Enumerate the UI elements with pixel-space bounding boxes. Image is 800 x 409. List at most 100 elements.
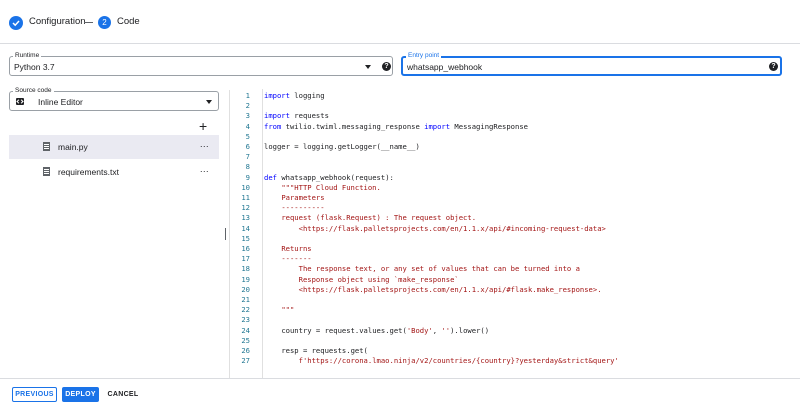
- code-line[interactable]: 19 Response object using `make_response`: [230, 275, 800, 285]
- code-text: def whatsapp_webhook(request):: [264, 172, 394, 182]
- line-number: 18: [241, 264, 250, 274]
- file-name: main.py: [58, 142, 88, 152]
- code-line[interactable]: 18 The response text, or any set of valu…: [230, 264, 800, 274]
- line-number: 2: [245, 101, 250, 111]
- code-text: import requests: [264, 111, 329, 121]
- code-line[interactable]: 4 from twilio.twiml.messaging_response im…: [230, 122, 800, 132]
- line-number: 14: [241, 223, 250, 233]
- stepper: Configuration 2 Code: [0, 0, 800, 44]
- entry-point-label: Entry point: [406, 52, 442, 59]
- line-number: 5: [245, 131, 250, 141]
- code-line[interactable]: 14 <https://flask.palletsprojects.com/en…: [230, 224, 800, 234]
- code-text: Returns: [281, 244, 312, 253]
- help-icon[interactable]: ?: [382, 62, 391, 71]
- line-number: 24: [241, 325, 250, 335]
- code-line[interactable]: 8: [230, 162, 800, 172]
- code-line[interactable]: 23: [230, 315, 800, 325]
- file-item-main-py[interactable]: main.py ...: [9, 135, 219, 159]
- entry-point-input[interactable]: whatsapp_webhook: [407, 62, 482, 72]
- code-text: Response object using `make_response`: [298, 274, 459, 284]
- code-line[interactable]: 17 -------: [230, 254, 800, 264]
- code-line[interactable]: 9 def whatsapp_webhook(request):: [230, 173, 800, 183]
- file-item-requirements-txt[interactable]: requirements.txt ...: [9, 160, 219, 184]
- line-number: 11: [241, 193, 250, 202]
- code-line[interactable]: 15: [230, 234, 800, 244]
- code-text: f'https://corona.lmao.ninja/v2/countries…: [298, 356, 619, 366]
- file-icon: [43, 167, 50, 176]
- line-number: 27: [241, 356, 250, 366]
- code-text: """: [281, 305, 295, 315]
- code-text: from twilio.twiml.messaging_response imp…: [264, 121, 528, 131]
- line-number: 25: [241, 335, 250, 345]
- code-line[interactable]: 5: [230, 132, 800, 142]
- code-text: -------: [281, 254, 312, 264]
- code-editor[interactable]: 1 import logging 2 3 import requests 4 from tw…: [230, 89, 800, 378]
- code-line[interactable]: 10 """HTTP Cloud Function.: [230, 183, 800, 193]
- line-number: 4: [245, 121, 250, 131]
- help-icon[interactable]: ?: [769, 62, 778, 71]
- cancel-button[interactable]: CANCEL: [104, 387, 142, 402]
- line-number: 8: [245, 162, 250, 172]
- line-number: 17: [241, 254, 250, 264]
- code-line[interactable]: 2: [230, 101, 800, 111]
- code-text: ----------: [281, 203, 325, 213]
- code-text: logger = logging.getLogger(__name__): [264, 142, 420, 151]
- code-line[interactable]: 11 Parameters: [230, 193, 800, 203]
- code-line[interactable]: 25: [230, 336, 800, 346]
- step-configuration-label[interactable]: Configuration: [29, 16, 86, 27]
- line-number: 23: [241, 315, 250, 325]
- runtime-value: Python 3.7: [14, 62, 55, 72]
- line-number: 1: [245, 91, 250, 100]
- code-text: resp = requests.get(: [281, 346, 368, 355]
- code-line[interactable]: 21: [230, 295, 800, 305]
- runtime-select[interactable]: Runtime Python 3.7 ?: [9, 52, 393, 76]
- code-text: """HTTP Cloud Function.: [281, 182, 381, 192]
- step-connector: [84, 22, 93, 23]
- code-line[interactable]: 13 request (flask.Request) : The request…: [230, 213, 800, 223]
- step-number-badge: 2: [98, 16, 111, 29]
- code-line[interactable]: 12 ----------: [230, 203, 800, 213]
- code-text: Parameters: [281, 193, 325, 202]
- code-line[interactable]: 27 f'https://corona.lmao.ninja/v2/countr…: [230, 356, 800, 366]
- more-options-icon[interactable]: ...: [200, 139, 209, 149]
- code-line[interactable]: 26 resp = requests.get(: [230, 346, 800, 356]
- code-text: import logging: [264, 91, 325, 100]
- previous-button[interactable]: PREVIOUS: [12, 387, 57, 402]
- line-number: 10: [241, 182, 250, 192]
- code-text: request (flask.Request) : The request ob…: [281, 213, 477, 223]
- code-line[interactable]: 24 country = request.values.get('Body', …: [230, 326, 800, 336]
- line-number: 9: [245, 172, 250, 182]
- chevron-down-icon[interactable]: [365, 65, 371, 69]
- source-code-label: Source code: [13, 87, 54, 94]
- code-editor-icon: [16, 98, 24, 105]
- code-line[interactable]: 3 import requests: [230, 111, 800, 121]
- line-number: 15: [241, 233, 250, 243]
- resize-handle[interactable]: [225, 228, 226, 240]
- add-file-icon[interactable]: +: [199, 119, 207, 133]
- source-code-select[interactable]: Source code Inline Editor: [9, 87, 219, 111]
- code-line[interactable]: 20 <https://flask.palletsprojects.com/en…: [230, 285, 800, 295]
- more-options-icon[interactable]: ...: [200, 164, 209, 174]
- code-line[interactable]: 16 Returns: [230, 244, 800, 254]
- code-line[interactable]: 22 """: [230, 305, 800, 315]
- deploy-button[interactable]: DEPLOY: [62, 387, 99, 402]
- source-code-value: Inline Editor: [38, 97, 83, 107]
- line-number: 12: [241, 203, 250, 213]
- entry-point-field[interactable]: Entry point whatsapp_webhook ?: [401, 52, 782, 76]
- chevron-down-icon[interactable]: [206, 100, 212, 104]
- runtime-label: Runtime: [13, 52, 42, 59]
- code-line[interactable]: 6 logger = logging.getLogger(__name__): [230, 142, 800, 152]
- line-number: 20: [241, 284, 250, 294]
- line-number: 3: [245, 111, 250, 121]
- line-number: 21: [241, 295, 250, 304]
- code-text: <https://flask.palletsprojects.com/en/1.…: [298, 284, 602, 294]
- code-line[interactable]: 7: [230, 152, 800, 162]
- line-number: 16: [241, 244, 250, 253]
- action-bar: PREVIOUS DEPLOY CANCEL: [0, 378, 800, 409]
- check-circle-icon: [9, 16, 23, 30]
- code-text: country = request.values.get('Body', '')…: [281, 325, 490, 335]
- file-name: requirements.txt: [58, 167, 119, 177]
- line-number: 6: [245, 142, 250, 151]
- code-line[interactable]: 1 import logging: [230, 91, 800, 101]
- file-icon: [43, 142, 50, 151]
